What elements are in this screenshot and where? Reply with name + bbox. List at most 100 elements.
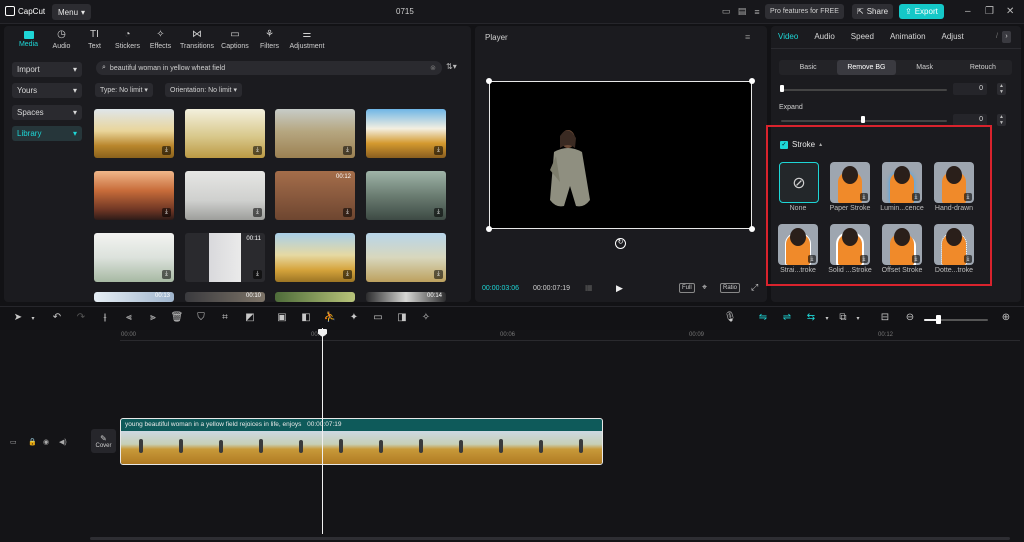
sort-icon[interactable]: ⇅▾ [446, 62, 457, 71]
chevron-down-icon[interactable]: ▾ [851, 315, 865, 322]
download-icon[interactable]: ⤓ [253, 208, 262, 217]
fullscreen-icon[interactable]: ⤢ [751, 282, 758, 293]
download-icon[interactable]: ⤓ [434, 208, 443, 217]
cover-button[interactable]: ✎ Cover [91, 429, 116, 453]
tab-adjust[interactable]: Adjust [942, 32, 964, 41]
tab-stickers[interactable]: ◔ Stickers [111, 29, 144, 50]
tab-effects[interactable]: ✧ Effects [144, 29, 177, 50]
subtab-retouch[interactable]: Retouch [954, 60, 1012, 75]
download-icon[interactable]: ⤓ [162, 208, 171, 217]
resize-handle[interactable] [486, 78, 492, 84]
media-thumbnail[interactable]: ⤓ [275, 233, 355, 282]
media-thumbnail[interactable]: ⤓ [366, 233, 446, 282]
value-stepper[interactable]: ▲ ▼ [997, 114, 1006, 126]
timecode-icon[interactable]: ▦ [585, 283, 593, 292]
close-icon[interactable]: ✕ [1006, 6, 1014, 17]
layout-icon[interactable]: ▭ [719, 5, 733, 18]
export-button[interactable]: ⇪ Export [899, 4, 944, 19]
media-thumbnail[interactable]: ⤓ [94, 109, 174, 158]
playhead-line[interactable] [322, 328, 323, 534]
media-thumbnail[interactable]: ⤓ [94, 233, 174, 282]
media-thumbnail[interactable]: ⤓ [275, 109, 355, 158]
download-icon[interactable]: ⤓ [434, 146, 443, 155]
download-icon[interactable]: ⤓ [162, 270, 171, 279]
preview-canvas[interactable] [489, 81, 752, 229]
extract-audio-icon[interactable]: ◧ [299, 312, 313, 323]
tab-audio-props[interactable]: Audio [814, 32, 834, 41]
tab-speed[interactable]: Speed [851, 32, 874, 41]
value-stepper[interactable]: ▲ ▼ [997, 83, 1006, 95]
split-left-icon[interactable]: ⫷ [122, 312, 136, 323]
media-thumbnail[interactable]: ⤓ [185, 109, 265, 158]
select-tool-icon[interactable]: ➤ [11, 312, 25, 323]
freeze-icon[interactable]: ▣ [275, 312, 289, 323]
media-thumbnail[interactable]: ⤓ [94, 171, 174, 220]
tab-transitions[interactable]: ⋈ Transitions [177, 29, 217, 50]
tab-media[interactable]: Media [12, 29, 45, 50]
resize-handle[interactable] [749, 226, 755, 232]
split-right-icon[interactable]: ⫸ [146, 312, 160, 323]
full-button[interactable]: Full [679, 283, 695, 293]
hamburger-icon[interactable]: ≡ [750, 5, 764, 18]
download-icon[interactable]: ⤓ [162, 146, 171, 155]
eye-icon[interactable]: ◉ [43, 438, 49, 446]
undo-icon[interactable]: ↶ [50, 312, 64, 323]
tab-captions[interactable]: ▭ Captions [217, 29, 253, 50]
media-thumbnail[interactable]: ⤓ [366, 171, 446, 220]
share-button[interactable]: ⇱ Share [852, 4, 894, 19]
tab-animation[interactable]: Animation [890, 32, 926, 41]
slider-knob[interactable] [780, 85, 784, 92]
magic-icon[interactable]: ✦ [347, 312, 361, 323]
track-toggle-icon[interactable]: ▭ [10, 438, 17, 446]
media-thumbnail[interactable] [275, 292, 355, 302]
tab-video[interactable]: Video [778, 32, 798, 41]
player-menu-icon[interactable]: ≡ [745, 32, 750, 42]
microphone-icon[interactable]: 🎙 [723, 312, 737, 323]
link-main-track-icon[interactable]: ⇋ [754, 312, 772, 323]
delete-icon[interactable]: 🗑 [170, 312, 184, 323]
link-icon[interactable]: ⇆ [802, 312, 820, 323]
captions-tool-icon[interactable]: ▭ [371, 312, 385, 323]
split-icon[interactable]: ⫲ [98, 312, 112, 323]
minimize-icon[interactable]: – [965, 6, 971, 17]
download-icon[interactable]: ⤓ [343, 270, 352, 279]
download-icon[interactable]: ⤓ [343, 208, 352, 217]
sidebar-item-import[interactable]: Import ▾ [12, 62, 82, 77]
media-thumbnail[interactable]: 00:10 [185, 292, 265, 302]
crop-tool-icon[interactable]: ⌗ [218, 312, 232, 323]
resize-handle[interactable] [749, 78, 755, 84]
resize-handle[interactable] [486, 226, 492, 232]
redo-icon[interactable]: ↷ [74, 312, 88, 323]
subtab-remove-bg[interactable]: Remove BG [837, 60, 896, 75]
chevron-down-icon[interactable]: ▾ [820, 315, 834, 322]
media-thumbnail[interactable]: 00:11 ⤓ [185, 233, 265, 282]
subtab-basic[interactable]: Basic [779, 60, 837, 75]
auto-reframe-icon[interactable]: ◩ [243, 312, 257, 323]
magnet-icon[interactable]: ⇌ [778, 312, 796, 323]
sidebar-item-spaces[interactable]: Spaces ▾ [12, 105, 82, 120]
monitor-icon[interactable]: ▤ [735, 5, 749, 18]
chevron-down-icon[interactable]: ▾ [26, 315, 40, 322]
download-icon[interactable]: ⤓ [343, 146, 352, 155]
clear-icon[interactable]: ⊗ [430, 64, 436, 72]
download-icon[interactable]: ⤓ [253, 146, 262, 155]
tab-adjustment[interactable]: ⚌ Adjustment [286, 29, 328, 50]
expand-slider-knob[interactable] [861, 116, 865, 123]
download-icon[interactable]: ⤓ [253, 270, 262, 279]
slider-value-field[interactable]: 0 [953, 83, 987, 95]
lock-icon[interactable]: 🔒 [28, 438, 37, 446]
download-icon[interactable]: ⤓ [434, 270, 443, 279]
media-thumbnail[interactable]: ⤓ [185, 171, 265, 220]
menu-button[interactable]: Menu ▾ [52, 4, 92, 20]
rotate-icon[interactable]: ↻ [615, 238, 626, 249]
timeline-scrollbar[interactable] [90, 537, 1010, 540]
search-input[interactable]: ⌕ beautiful woman in yellow wheat field … [96, 61, 442, 75]
camera-tool-icon[interactable]: ◨ [395, 312, 409, 323]
orientation-filter-dropdown[interactable]: Orientation: No limit ▾ [165, 83, 242, 97]
pro-features-button[interactable]: Pro features for FREE [765, 4, 844, 19]
video-clip[interactable]: young beautiful woman in a yellow field … [120, 418, 603, 465]
tab-filters[interactable]: ⚘ Filters [253, 29, 286, 50]
speaker-icon[interactable]: ◀) [59, 438, 67, 446]
subtab-mask[interactable]: Mask [896, 60, 954, 75]
remove-bg-icon[interactable]: ⛹ [323, 312, 337, 323]
